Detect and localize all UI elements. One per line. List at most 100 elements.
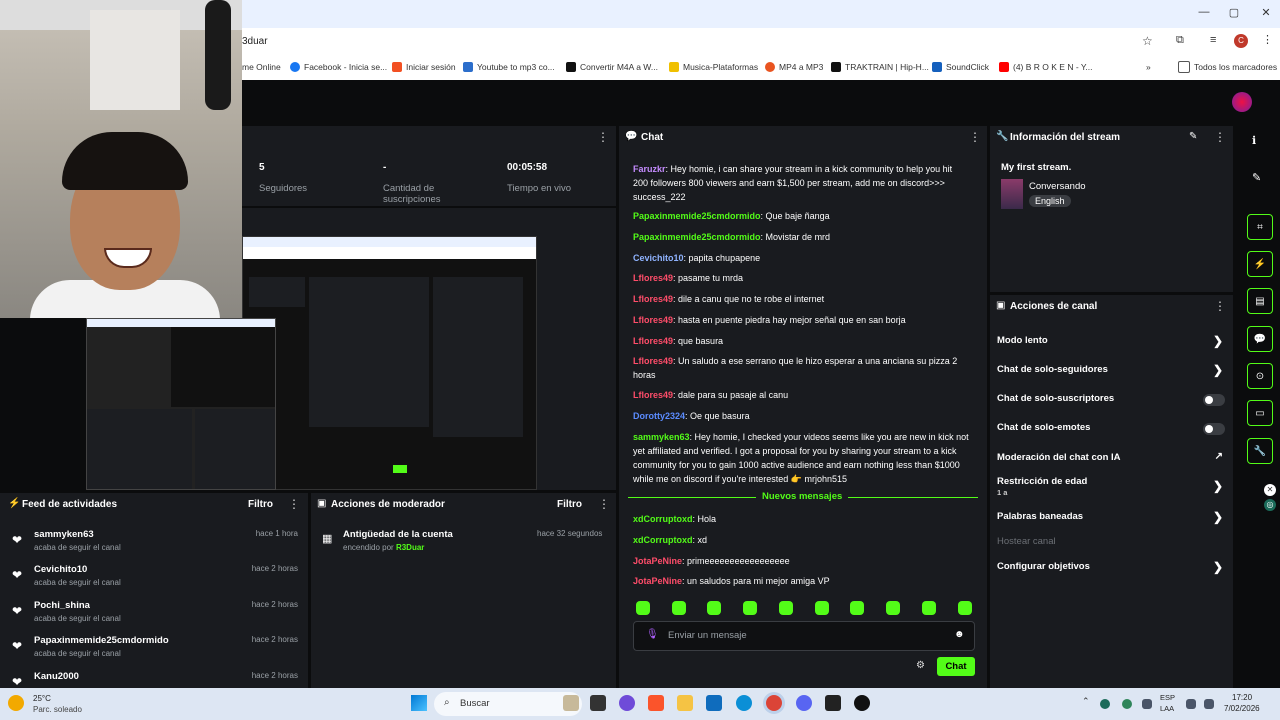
chevron-up-icon[interactable]: ⌃ (1082, 696, 1090, 707)
subs-only-toggle[interactable] (1203, 394, 1225, 406)
feed-user[interactable]: Pochi_shina (34, 600, 90, 611)
chat-bubble-icon[interactable]: 💬 (1247, 326, 1273, 352)
discord-icon[interactable] (796, 695, 812, 711)
chat-username[interactable]: sammyken63 (633, 432, 690, 442)
bookmark-item[interactable]: TRAKTRAIN | Hip-H... (831, 60, 929, 74)
wifi-icon[interactable] (1186, 699, 1196, 709)
bookmark-item[interactable]: me Online (242, 60, 281, 74)
feed-item[interactable]: ❤ sammyken63 acaba de seguir el canal ha… (12, 529, 302, 563)
more-bookmarks-icon[interactable]: » (1146, 60, 1151, 74)
url-text[interactable]: 3duar (242, 36, 268, 47)
media-icon[interactable]: ≡ (1210, 34, 1216, 46)
edit-icon[interactable]: ✎ (1189, 131, 1197, 142)
emote-icon[interactable] (779, 601, 793, 615)
chat-username[interactable]: JotaPeNine (633, 576, 682, 586)
app-icon[interactable] (825, 695, 841, 711)
feed-user[interactable]: Papaxinmemide25cmdormido (34, 635, 169, 646)
feed-item[interactable]: ❤ Cevichito10 acaba de seguir el canal h… (12, 564, 302, 598)
microphone-icon[interactable]: 🎙 (646, 629, 659, 640)
emote-icon[interactable] (636, 601, 650, 615)
clock-time[interactable]: 17:20 (1232, 693, 1252, 702)
chat-username[interactable]: Papaxinmemide25cmdormido (633, 211, 761, 221)
chat-username[interactable]: Lflores49 (633, 336, 673, 346)
stream-preview[interactable] (242, 236, 537, 490)
server-icon[interactable]: ▭ (1247, 400, 1273, 426)
bookmark-item[interactable]: Musica-Plataformas (669, 60, 758, 74)
emote-icon[interactable] (850, 601, 864, 615)
emote-icon[interactable] (815, 601, 829, 615)
chat-username[interactable]: JotaPeNine (633, 556, 682, 566)
feed-user[interactable]: Kanu2000 (34, 671, 79, 682)
feed-user[interactable]: sammyken63 (34, 529, 94, 540)
weather-icon[interactable] (8, 695, 24, 711)
ai-moderation-item[interactable]: Moderación del chat con IA ↗ (997, 451, 1227, 470)
chat-username[interactable]: Lflores49 (633, 315, 673, 325)
windows-start-icon[interactable] (411, 695, 427, 711)
brave-icon[interactable] (648, 695, 664, 711)
menu-icon[interactable]: ⋮ (1262, 33, 1273, 46)
bolt-icon[interactable]: ⚡ (1247, 251, 1273, 277)
obs-icon[interactable] (854, 695, 870, 711)
more-options-icon[interactable]: ⋮ (598, 497, 610, 511)
chat-username[interactable]: Lflores49 (633, 356, 673, 366)
tray-icon[interactable] (1100, 699, 1110, 709)
weather-desc[interactable]: Parc. soleado (33, 705, 82, 714)
extension-icon[interactable]: ◎ (1264, 499, 1276, 511)
chat-input[interactable]: 🎙 Enviar un mensaje ☻ (633, 621, 975, 651)
chat-username[interactable]: Lflores49 (633, 390, 673, 400)
emote-icon[interactable] (886, 601, 900, 615)
document-icon[interactable]: ▤ (1247, 288, 1273, 314)
settings-gear-icon[interactable]: ⚙ (916, 660, 925, 671)
edge-icon[interactable] (736, 695, 752, 711)
chat-username[interactable]: Papaxinmemide25cmdormido (633, 232, 761, 242)
user-avatar[interactable] (1232, 92, 1252, 112)
file-explorer-icon[interactable] (677, 695, 693, 711)
info-icon[interactable]: ℹ (1252, 134, 1256, 147)
more-options-icon[interactable]: ⋮ (597, 130, 609, 144)
more-options-icon[interactable]: ⋮ (1214, 299, 1226, 313)
feed-user[interactable]: Cevichito10 (34, 564, 87, 575)
chrome-icon[interactable] (766, 695, 782, 711)
emote-icon[interactable] (958, 601, 972, 615)
wrench-icon[interactable]: 🔧 (1247, 438, 1273, 464)
volume-icon[interactable] (1204, 699, 1214, 709)
bookmark-item[interactable]: Convertir M4A a W... (566, 60, 658, 74)
emote-icon[interactable] (707, 601, 721, 615)
feed-item[interactable]: ❤ Kanu2000 hace 2 horas (12, 671, 302, 689)
followers-only-item[interactable]: Chat de solo-seguidores ❯ (997, 363, 1227, 382)
maximize-button[interactable]: ▢ (1224, 6, 1244, 19)
bookmark-item[interactable]: Youtube to mp3 co... (463, 60, 555, 74)
store-icon[interactable] (706, 695, 722, 711)
extensions-icon[interactable]: ⧉ (1176, 34, 1184, 47)
taskbar-search[interactable]: ⌕ Buscar (434, 692, 582, 716)
chat-username[interactable]: Dorotty2324 (633, 411, 685, 421)
feed-item[interactable]: ❤ Papaxinmemide25cmdormido acaba de segu… (12, 635, 302, 669)
chat-username[interactable]: Lflores49 (633, 273, 673, 283)
category-name[interactable]: Conversando (1029, 181, 1086, 192)
weather-temp[interactable]: 25°C (33, 694, 51, 703)
new-messages-label[interactable]: Nuevos mensajes (756, 491, 849, 502)
emotes-only-toggle[interactable] (1203, 423, 1225, 435)
emote-icon[interactable] (922, 601, 936, 615)
star-icon[interactable]: ☆ (1142, 34, 1153, 48)
bookmark-item[interactable]: Facebook - Inicia se... (290, 60, 387, 74)
layout-indicator[interactable]: LAA (1160, 704, 1174, 713)
more-options-icon[interactable]: ⋮ (969, 130, 981, 144)
age-restriction-item[interactable]: Restricción de edad 1 a ❯ (997, 476, 1227, 500)
bookmark-item[interactable]: (4) B R O K E N - Y... (999, 60, 1093, 74)
microphone-icon[interactable] (1142, 699, 1152, 709)
tray-icon[interactable] (1122, 699, 1132, 709)
chat-username[interactable]: Faruzkr (633, 164, 666, 174)
bookmark-folder[interactable]: Todos los marcadores (1178, 60, 1277, 74)
banned-words-item[interactable]: Palabras baneadas ❯ (997, 510, 1227, 529)
bookmark-item[interactable]: SoundClick (932, 60, 989, 74)
bookmark-item[interactable]: Iniciar sesión (392, 60, 456, 74)
close-window-button[interactable]: ✕ (1256, 6, 1276, 19)
chat-username[interactable]: Lflores49 (633, 294, 673, 304)
category-thumbnail[interactable] (1001, 179, 1023, 209)
goals-item[interactable]: Configurar objetivos ❯ (997, 560, 1227, 579)
broadcast-icon[interactable]: ⊙ (1247, 363, 1273, 389)
send-chat-button[interactable]: Chat (937, 657, 975, 676)
language-indicator[interactable]: ESP (1160, 693, 1175, 702)
edit-icon[interactable]: ✎ (1252, 171, 1261, 184)
